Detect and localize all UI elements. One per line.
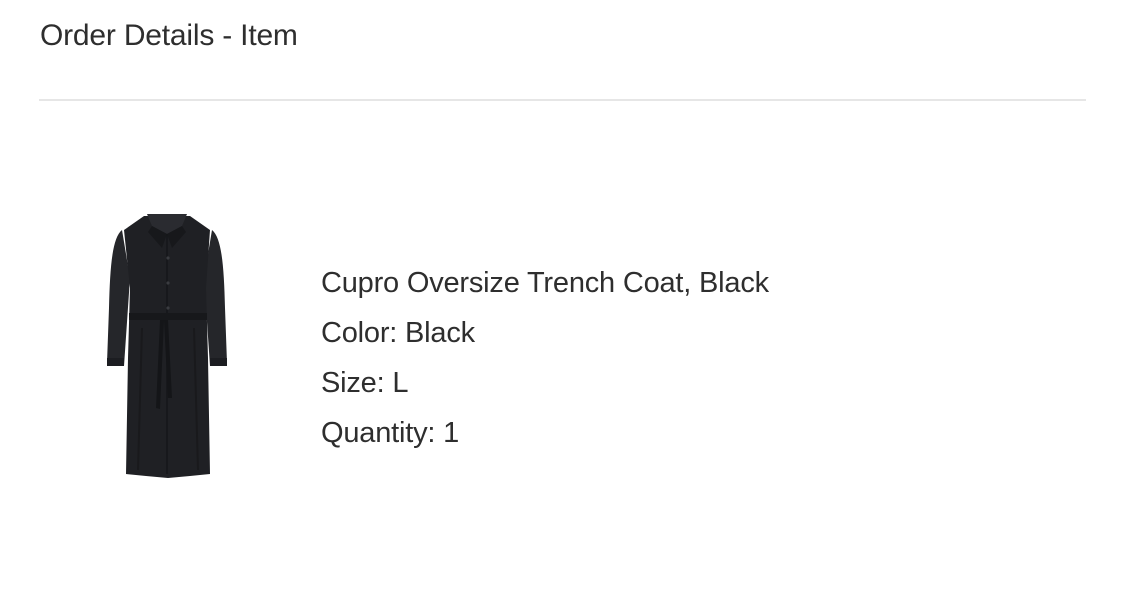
- item-details: Cupro Oversize Trench Coat, Black Color:…: [321, 258, 769, 458]
- item-size: Size: L: [321, 367, 409, 399]
- page-title: Order Details - Item: [40, 19, 298, 52]
- item-color: Color: Black: [321, 317, 475, 349]
- item-name[interactable]: Cupro Oversize Trench Coat, Black: [321, 258, 769, 308]
- header-divider: [39, 99, 1086, 101]
- item-quantity: Quantity: 1: [321, 417, 460, 449]
- product-image[interactable]: [102, 208, 232, 483]
